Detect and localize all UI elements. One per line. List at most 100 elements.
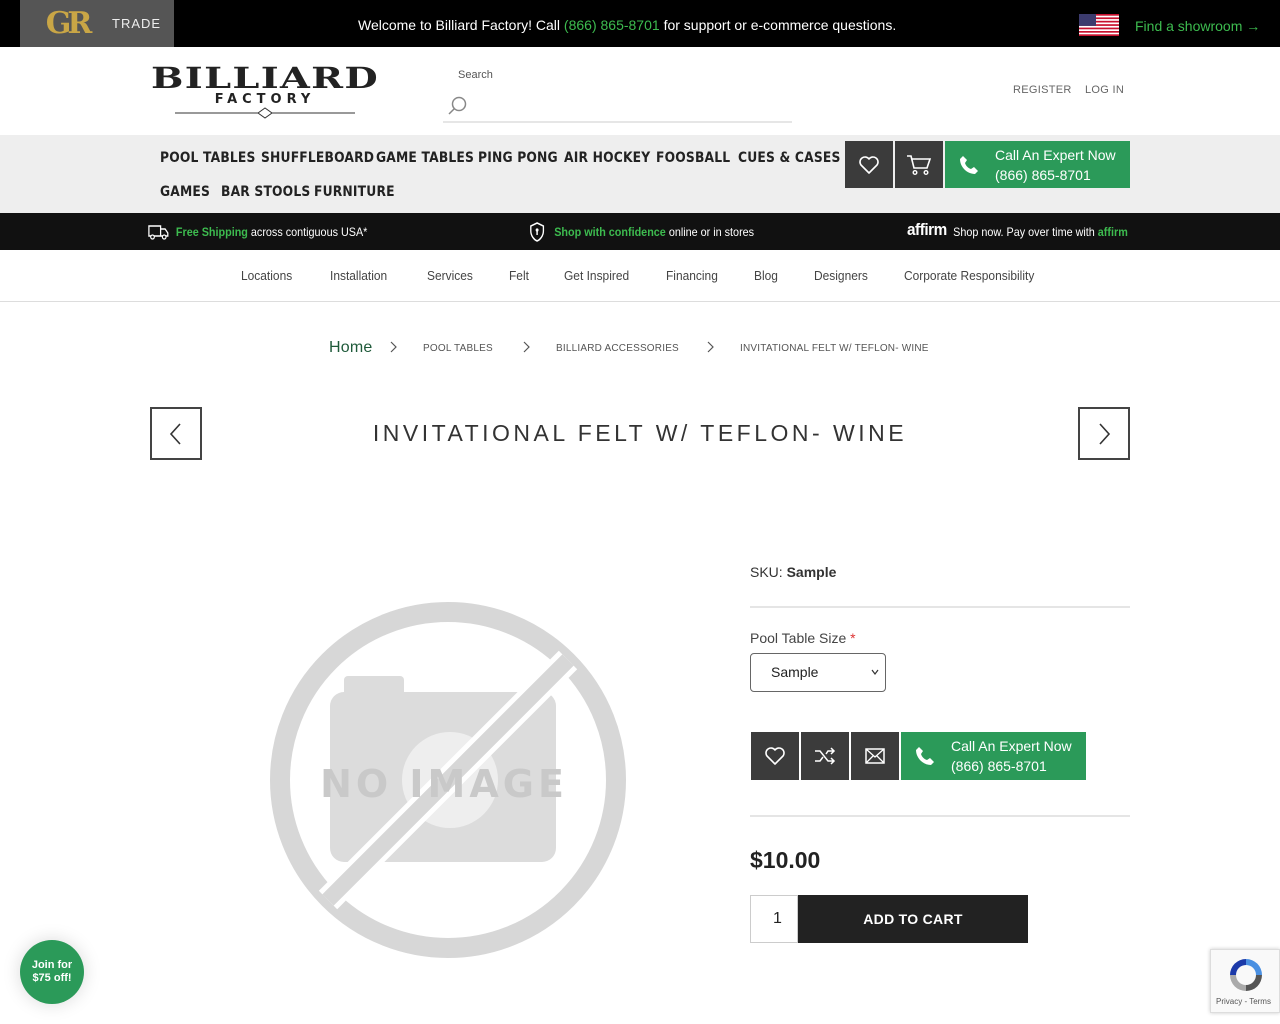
trade-label: TRADE (112, 16, 162, 31)
subnav-get-inspired[interactable]: Get Inspired (564, 268, 629, 283)
nav-shuffleboard[interactable]: SHUFFLEBOARD (261, 150, 374, 166)
subnav-installation[interactable]: Installation (330, 268, 387, 283)
chevron-right-icon (1099, 422, 1111, 445)
subnav-designers[interactable]: Designers (814, 268, 868, 283)
call-line2: (866) 865-8701 (995, 166, 1091, 183)
main-navigation: POOL TABLES SHUFFLEBOARD GAME TABLES PIN… (0, 135, 1280, 213)
nav-games[interactable]: GAMES (160, 184, 210, 200)
subnav-services[interactable]: Services (427, 268, 473, 283)
search-input[interactable] (443, 121, 792, 123)
call-line1: Call An Expert Now (995, 146, 1116, 163)
next-product-button[interactable] (1078, 407, 1130, 460)
phone-icon (960, 155, 978, 174)
compare-button[interactable] (801, 732, 849, 780)
subnav-blog[interactable]: Blog (754, 268, 778, 283)
pool-table-size-label: Pool Table Size * (750, 630, 856, 646)
subnav-financing[interactable]: Financing (666, 268, 718, 283)
search-label: Search (458, 69, 493, 81)
nav-bar-stools[interactable]: BAR STOOLS (221, 184, 310, 200)
subnav-felt[interactable]: Felt (509, 268, 529, 283)
breadcrumb-billiard-accessories[interactable]: BILLIARD ACCESSORIES (556, 343, 679, 354)
affirm-logo: affirm (907, 220, 947, 239)
cart-icon (907, 154, 932, 175)
sku-label: SKU: (750, 564, 783, 580)
product-call-expert-button[interactable]: Call An Expert Now (866) 865-8701 (901, 732, 1086, 780)
size-label-text: Pool Table Size (750, 630, 847, 646)
cart-button[interactable] (895, 141, 943, 188)
nav-ping-pong[interactable]: PING PONG (478, 150, 558, 166)
join-line2: $75 off! (32, 972, 72, 984)
promo-bar: Free Shipping across contiguous USA* Sho… (0, 213, 1280, 250)
breadcrumb-pool-tables[interactable]: POOL TABLES (423, 343, 493, 354)
account-links: REGISTER LOG IN (1013, 84, 1134, 96)
shuffle-icon (815, 747, 836, 765)
trade-link[interactable]: GR TRADE (20, 0, 174, 47)
no-image-placeholder: NO IMAGE (270, 602, 626, 958)
billiard-factory-logo[interactable]: BILLIARD FACTORY (150, 64, 380, 120)
sku-value: Sample (786, 564, 837, 580)
top-announcement-bar: GR TRADE Welcome to Billiard Factory! Ca… (0, 0, 1280, 47)
breadcrumb-current: INVITATIONAL FELT W/ TEFLON- WINE (740, 343, 929, 354)
chevron-right-icon (523, 341, 530, 353)
register-link[interactable]: REGISTER (1013, 84, 1072, 96)
join-line1: Join for (31, 959, 73, 971)
product-call-line2: (866) 865-8701 (951, 758, 1047, 774)
email-friend-button[interactable] (851, 732, 899, 780)
add-to-wishlist-button[interactable] (751, 732, 799, 780)
no-image-text: NO IMAGE (320, 762, 568, 806)
site-header: BILLIARD FACTORY Search REGISTER LOG IN (0, 47, 1280, 135)
truck-icon (148, 225, 169, 240)
welcome-suffix: for support or e-commerce questions. (663, 17, 897, 33)
secondary-navigation: Locations Installation Services Felt Get… (0, 250, 1280, 302)
brand-line1: BILLIARD (151, 64, 379, 95)
support-phone-link[interactable]: (866) 865-8701 (564, 17, 660, 33)
recaptcha-icon (1230, 959, 1262, 991)
shield-icon (530, 222, 545, 242)
phone-icon (916, 747, 934, 765)
welcome-message: Welcome to Billiard Factory! Call (866) … (358, 17, 896, 33)
pool-table-size-select[interactable]: Sample (750, 653, 886, 692)
nav-cues-cases[interactable]: CUES & CASES (738, 150, 841, 166)
shipping-bold: Free Shipping (175, 225, 248, 239)
wishlist-button[interactable] (845, 141, 893, 188)
subnav-locations[interactable]: Locations (241, 268, 292, 283)
product-call-line1: Call An Expert Now (951, 738, 1072, 754)
login-link[interactable]: LOG IN (1085, 84, 1124, 96)
divider (750, 606, 1130, 608)
heart-icon (859, 155, 879, 174)
chevron-right-icon (390, 341, 397, 353)
nav-pool-tables[interactable]: POOL TABLES (160, 150, 256, 166)
quantity-input[interactable]: 1 (750, 895, 798, 943)
nav-game-tables[interactable]: GAME TABLES (376, 150, 474, 166)
brand-line2: FACTORY (215, 92, 316, 107)
affirm-text: Shop now. Pay over time with (953, 224, 1095, 239)
divider (750, 815, 1130, 817)
confidence-rest: online or in stores (668, 225, 755, 239)
breadcrumb-home[interactable]: Home (329, 339, 372, 357)
affirm-promo[interactable]: affirm Shop now. Pay over time with affi… (907, 220, 1128, 240)
join-discount-popup[interactable]: Join for $75 off! (20, 940, 84, 1004)
search-icon[interactable] (446, 95, 468, 117)
shipping-rest: across contiguous USA* (250, 225, 368, 239)
sku-line: SKU: Sample (750, 564, 836, 580)
confidence-bold: Shop with confidence (554, 225, 666, 239)
recaptcha-badge[interactable]: Privacy - Terms (1210, 949, 1280, 1013)
nav-air-hockey[interactable]: AIR HOCKEY (564, 150, 650, 166)
required-marker: * (850, 630, 856, 646)
affirm-link: affirm (1097, 224, 1128, 239)
size-selected-value: Sample (771, 664, 819, 680)
recaptcha-terms[interactable]: Privacy - Terms (1216, 997, 1271, 1006)
add-to-cart-button[interactable]: ADD TO CART (798, 895, 1028, 943)
nav-furniture[interactable]: FURNITURE (314, 184, 395, 200)
free-shipping-promo[interactable]: Free Shipping across contiguous USA* (148, 224, 367, 240)
find-showroom-link[interactable]: Find a showroom → (1135, 18, 1260, 34)
chevron-down-icon (871, 669, 879, 675)
trade-logo: GR (45, 6, 93, 41)
subnav-corporate-responsibility[interactable]: Corporate Responsibility (904, 268, 1034, 283)
product-price: $10.00 (750, 847, 821, 873)
call-expert-button[interactable]: Call An Expert Now (866) 865-8701 (945, 141, 1130, 188)
us-flag-icon[interactable] (1079, 14, 1119, 36)
heart-icon (765, 747, 785, 765)
confidence-promo[interactable]: Shop with confidence online or in stores (529, 222, 754, 242)
nav-foosball[interactable]: FOOSBALL (656, 150, 730, 166)
